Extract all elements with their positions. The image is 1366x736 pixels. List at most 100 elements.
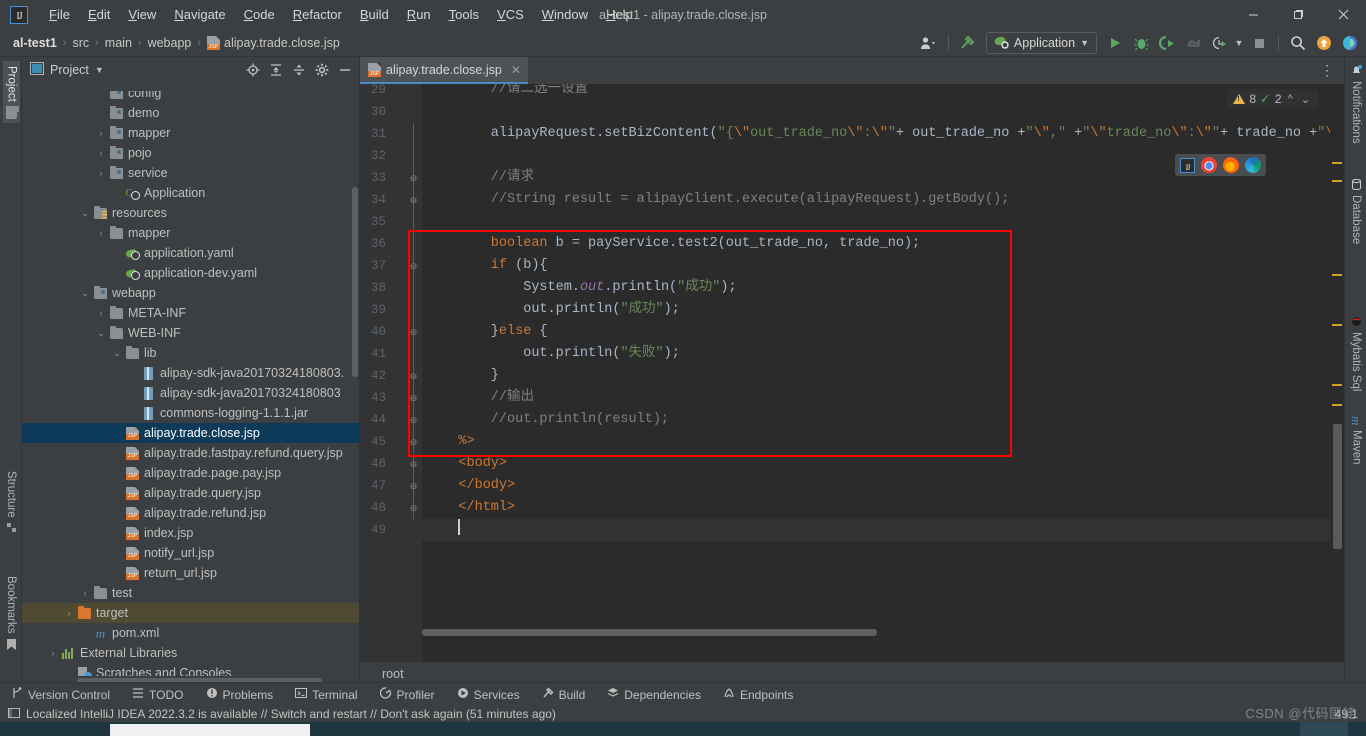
tree-item-index-jsp[interactable]: index.jsp: [22, 523, 359, 543]
menu-code[interactable]: Code: [235, 3, 284, 26]
tree-item-alipay-sdk-java20170324180803[interactable]: alipay-sdk-java20170324180803: [22, 383, 359, 403]
tree-item-mapper[interactable]: › mapper: [22, 123, 359, 143]
code-line-31[interactable]: alipayRequest.setBizContent("{\"out_trad…: [422, 123, 1344, 145]
warning-marker[interactable]: [1332, 324, 1342, 326]
line-number[interactable]: 42: [371, 365, 386, 387]
tree-item-target[interactable]: › target: [22, 603, 359, 623]
code-fold-toggle[interactable]: ⊖: [408, 365, 419, 387]
intellij-preview-icon[interactable]: IJ: [1180, 157, 1195, 173]
code-line-40[interactable]: }else {: [422, 321, 1344, 343]
code-fold-toggle[interactable]: ⊖: [408, 255, 419, 277]
code-line-49[interactable]: [422, 519, 1344, 541]
menu-edit[interactable]: Edit: [79, 3, 119, 26]
code-line-34[interactable]: //String result = alipayClient.execute(a…: [422, 189, 1344, 211]
chrome-icon[interactable]: [1201, 157, 1217, 173]
taskbar-window-preview[interactable]: [110, 724, 310, 736]
menu-file[interactable]: File: [40, 3, 79, 26]
tool-window-profiler[interactable]: Profiler: [369, 683, 446, 707]
sidebar-item-maven[interactable]: m Maven: [1348, 412, 1365, 469]
tree-twisty[interactable]: ›: [78, 588, 92, 598]
sidebar-item-project[interactable]: Project: [3, 61, 20, 123]
code-line-43[interactable]: //输出: [422, 387, 1344, 409]
tree-item-lib[interactable]: ⌄ lib: [22, 343, 359, 363]
menu-run[interactable]: Run: [398, 3, 440, 26]
run-with-coverage-button[interactable]: [1155, 32, 1179, 54]
line-number[interactable]: 41: [371, 343, 386, 365]
code-line-35[interactable]: [422, 211, 1344, 233]
line-number[interactable]: 31: [371, 123, 386, 145]
code-line-47[interactable]: </body>: [422, 475, 1344, 497]
breadcrumb-webapp[interactable]: webapp: [143, 34, 197, 52]
update-available-icon[interactable]: [1312, 32, 1336, 54]
user-avatar-icon[interactable]: [917, 32, 941, 54]
tree-twisty[interactable]: ⌄: [78, 288, 92, 299]
tree-twisty[interactable]: ›: [46, 648, 60, 658]
warning-marker[interactable]: [1332, 384, 1342, 386]
code-line-46[interactable]: <body>: [422, 453, 1344, 475]
tree-twisty[interactable]: ›: [94, 148, 108, 158]
status-message[interactable]: Localized IntelliJ IDEA 2022.3.2 is avai…: [26, 707, 556, 721]
ide-feature-icon[interactable]: [1338, 32, 1362, 54]
tree-twisty[interactable]: ›: [94, 228, 108, 238]
settings-gear-icon[interactable]: [312, 60, 332, 80]
scrollbar-thumb[interactable]: [1333, 424, 1342, 549]
menu-tools[interactable]: Tools: [440, 3, 488, 26]
close-icon[interactable]: ✕: [511, 63, 521, 77]
browser-preview-popup[interactable]: IJ: [1175, 154, 1266, 176]
firefox-icon[interactable]: [1223, 157, 1239, 173]
code-line-44[interactable]: //out.println(result);: [422, 409, 1344, 431]
code-line-45[interactable]: %>: [422, 431, 1344, 453]
tool-window-todo[interactable]: TODO: [121, 683, 194, 707]
tree-twisty[interactable]: ›: [94, 128, 108, 138]
tree-item-test[interactable]: › test: [22, 583, 359, 603]
tool-window-terminal[interactable]: Terminal: [284, 683, 368, 707]
prev-problem-icon[interactable]: ^: [1286, 93, 1295, 105]
tree-item-application-dev-yaml[interactable]: application-dev.yaml: [22, 263, 359, 283]
event-log-icon[interactable]: [8, 707, 20, 722]
tool-window-services[interactable]: Services: [446, 683, 531, 707]
run-history-button[interactable]: [1207, 32, 1231, 54]
warning-marker[interactable]: [1332, 162, 1342, 164]
menu-window[interactable]: Window: [533, 3, 597, 26]
line-number[interactable]: 33: [371, 167, 386, 189]
sidebar-item-database[interactable]: Database: [1348, 175, 1364, 248]
tree-item-alipay-trade-close-jsp[interactable]: alipay.trade.close.jsp: [22, 423, 359, 443]
tool-window-version-control[interactable]: Version Control: [0, 683, 121, 707]
tree-item-notify-url-jsp[interactable]: notify_url.jsp: [22, 543, 359, 563]
tree-item-alipay-trade-page-pay-jsp[interactable]: alipay.trade.page.pay.jsp: [22, 463, 359, 483]
edge-icon[interactable]: [1245, 157, 1261, 173]
code-fold-toggle[interactable]: ⊖: [408, 321, 419, 343]
line-number[interactable]: 43: [371, 387, 386, 409]
tree-item-commons-logging-1-1-1-jar[interactable]: commons-logging-1.1.1.jar: [22, 403, 359, 423]
expand-all-icon[interactable]: [266, 60, 286, 80]
run-configuration-selector[interactable]: Application ▼: [985, 32, 1097, 54]
line-number[interactable]: 39: [371, 299, 386, 321]
sidebar-item-notifications[interactable]: Notifications: [1348, 61, 1364, 148]
tree-item-webapp[interactable]: ⌄ webapp: [22, 283, 359, 303]
taskbar-tray[interactable]: [1300, 722, 1348, 736]
tree-item-scratches-and-consoles[interactable]: Scratches and Consoles: [22, 663, 359, 676]
editor-gutter[interactable]: 29 30 31 32 33 ⊖ 34 ⊖ 35 36 37 ⊖ 38 39 40 ⊖ 41 42 ⊖ 43 ⊖ 44 ⊖ 4…: [360, 84, 422, 662]
maximize-button[interactable]: [1276, 0, 1321, 29]
tree-item-resources[interactable]: ⌄ resources: [22, 203, 359, 223]
collapse-all-icon[interactable]: [289, 60, 309, 80]
tree-twisty[interactable]: ⌄: [110, 348, 124, 359]
line-number[interactable]: 47: [371, 475, 386, 497]
tree-item-return-url-jsp[interactable]: return_url.jsp: [22, 563, 359, 583]
code-line-30[interactable]: [422, 101, 1344, 123]
code-fold-toggle[interactable]: ⊖: [408, 497, 419, 519]
tree-item-alipay-sdk-java20170324180803[interactable]: alipay-sdk-java20170324180803.: [22, 363, 359, 383]
tree-item-pom-xml[interactable]: m pom.xml: [22, 623, 359, 643]
tree-item-web-inf[interactable]: ⌄ WEB-INF: [22, 323, 359, 343]
code-editor[interactable]: 29 30 31 32 33 ⊖ 34 ⊖ 35 36 37 ⊖ 38 39 40 ⊖ 41 42 ⊖ 43 ⊖ 44 ⊖ 4…: [360, 84, 1344, 662]
tree-item-external-libraries[interactable]: › External Libraries: [22, 643, 359, 663]
chevron-down-icon[interactable]: ▼: [95, 65, 104, 75]
tree-item-config[interactable]: config: [22, 91, 359, 103]
tree-item-mapper[interactable]: › mapper: [22, 223, 359, 243]
menu-help[interactable]: Help: [597, 3, 642, 26]
tree-twisty[interactable]: ›: [94, 168, 108, 178]
line-number[interactable]: 48: [371, 497, 386, 519]
tree-item-alipay-trade-fastpay-refund-query-jsp[interactable]: alipay.trade.fastpay.refund.query.jsp: [22, 443, 359, 463]
breadcrumb-main[interactable]: main: [100, 34, 137, 52]
line-number[interactable]: 40: [371, 321, 386, 343]
